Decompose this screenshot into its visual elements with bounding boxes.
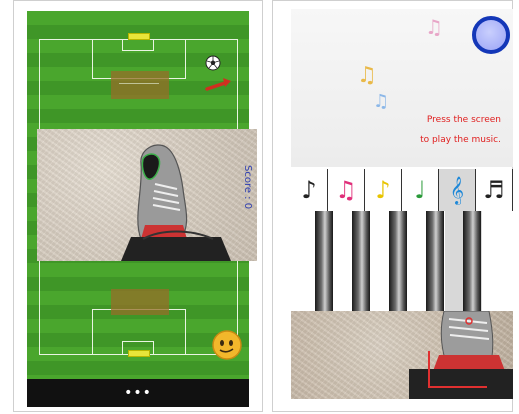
piano-key[interactable] [352, 211, 370, 311]
music-note-icon: ♫ [335, 176, 357, 204]
penalty-box-top-right [185, 39, 186, 79]
piano-key[interactable] [389, 211, 407, 311]
piano-key[interactable] [426, 211, 444, 311]
penalty-box-bottom-left [92, 309, 93, 355]
note-strip: ♪ ♫ ♪ ♩ 𝄞 ♬ [291, 169, 513, 211]
music-note-icon: ♩ [414, 176, 426, 204]
floating-note-icon: ♫ [357, 63, 377, 88]
goal-box-bottom-top [122, 341, 154, 342]
music-note-icon: ♪ [301, 176, 317, 204]
smiley-face-icon[interactable] [211, 329, 243, 361]
note-button[interactable]: 𝄞 [439, 169, 476, 211]
bottom-target-zone [111, 289, 169, 315]
note-button[interactable]: ♬ [476, 169, 513, 211]
record-button[interactable] [472, 16, 510, 54]
top-target-zone [111, 71, 169, 99]
piano-key[interactable] [463, 211, 481, 311]
foot-icon [121, 144, 231, 261]
goal-box-bottom-left [122, 341, 123, 355]
bottom-goal [128, 350, 150, 357]
navigation-bar: ••• [27, 379, 249, 407]
note-button[interactable]: ♩ [402, 169, 439, 211]
hint-line-2: to play the music. [420, 135, 501, 145]
piano-keys [291, 211, 513, 311]
music-note-icon: ♬ [483, 176, 505, 204]
hint-line-1: Press the screen [426, 115, 501, 125]
penalty-box-top-left [92, 39, 93, 79]
goal-box-bottom-right [153, 341, 154, 355]
score-label: Score : 0 [242, 165, 253, 210]
camera-view [291, 311, 513, 399]
piano-key[interactable] [315, 211, 333, 311]
soccer-game-screen: Score : 0 ••• [13, 0, 263, 412]
camera-view: Score : 0 [37, 129, 257, 261]
music-note-icon: ♪ [375, 176, 391, 204]
arrow-icon [205, 78, 231, 91]
floating-note-icon: ♫ [425, 15, 443, 39]
target-zone-mark [119, 83, 159, 84]
floating-note-icon: ♫ [373, 91, 390, 112]
foot-icon [409, 311, 513, 399]
piano-game-screen: Press the screen to play the music. ♫ ♫ … [272, 0, 513, 412]
note-button[interactable]: ♫ [328, 169, 365, 211]
goal-box-top-base [122, 50, 154, 51]
overflow-menu-button[interactable]: ••• [27, 385, 249, 401]
soccer-ball-icon [205, 55, 221, 71]
penalty-box-bottom-right [185, 309, 186, 355]
note-button[interactable]: ♪ [291, 169, 328, 211]
instruction-area[interactable]: Press the screen to play the music. ♫ ♫ … [291, 9, 513, 167]
top-goal [128, 33, 150, 40]
note-button[interactable]: ♪ [365, 169, 402, 211]
music-note-icon: 𝄞 [449, 176, 465, 204]
